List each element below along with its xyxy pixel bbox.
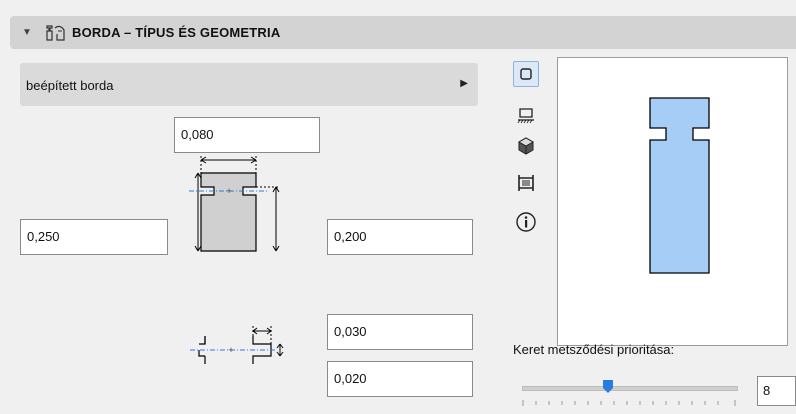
rib-cross-section-diagram: + xyxy=(189,156,280,252)
rib-type-value: beépített borda xyxy=(26,78,114,93)
groove-depth-field[interactable]: 0,020 xyxy=(327,361,473,397)
info-icon xyxy=(516,212,536,232)
triangle-right-icon: ▶ xyxy=(460,78,468,89)
section-view-button[interactable] xyxy=(513,170,539,196)
priority-value-field[interactable]: 8 xyxy=(757,376,796,406)
svg-text:+: + xyxy=(228,345,233,355)
panel-title: BORDA – TÍPUS ÉS GEOMETRIA xyxy=(72,25,281,40)
groove-detail-diagram: + xyxy=(190,326,284,364)
3d-cube-icon xyxy=(517,137,535,155)
square-outline-button[interactable] xyxy=(513,61,539,87)
top-width-field[interactable]: 0,080 xyxy=(174,117,320,153)
groove-width-field[interactable]: 0,030 xyxy=(327,314,473,350)
rib-profile-icon xyxy=(46,25,65,41)
slider-ticks xyxy=(522,400,736,406)
collapse-triangle-icon[interactable]: ▼ xyxy=(22,27,32,38)
priority-label: Keret metsződési prioritása: xyxy=(513,342,675,357)
panel-header[interactable]: ▼ BORDA – TÍPUS ÉS GEOMETRIA xyxy=(10,16,796,49)
square-outline-icon xyxy=(520,68,532,80)
rib-type-dropdown[interactable]: beépített borda ▶ xyxy=(20,63,478,106)
3d-view-button[interactable] xyxy=(513,132,539,158)
floor-plan-symbol-button[interactable] xyxy=(513,101,539,127)
section-view-icon xyxy=(518,175,534,191)
left-height-field[interactable]: 0,250 xyxy=(20,219,168,255)
rib-profile-preview xyxy=(649,97,710,274)
priority-slider[interactable] xyxy=(522,386,738,391)
svg-text:+: + xyxy=(226,186,231,196)
right-height-field[interactable]: 0,200 xyxy=(327,219,473,255)
preview-window xyxy=(557,57,788,346)
floor-plan-symbol-icon xyxy=(517,108,534,124)
info-button[interactable] xyxy=(513,209,539,235)
priority-slider-thumb[interactable] xyxy=(603,380,614,393)
